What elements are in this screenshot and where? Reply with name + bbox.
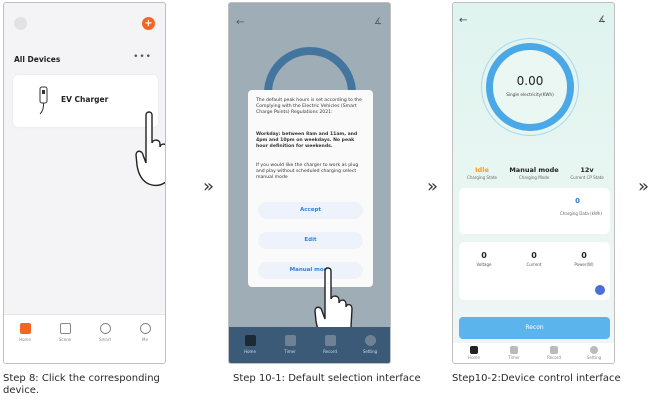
timer-icon <box>284 335 296 346</box>
pointing-hand-icon <box>135 111 165 187</box>
measurements-panel: 0 Voltage 0 Current 0 Power(W) <box>459 242 610 300</box>
cp-state: 12v Current CP State <box>570 166 604 180</box>
edit-button[interactable]: Edit <box>258 232 363 249</box>
record-icon <box>324 335 336 346</box>
dialog-text-manual: If you would like the charger to work as… <box>256 163 359 181</box>
nav-home[interactable]: Home <box>10 323 40 342</box>
nav-smart[interactable]: Smart <box>90 323 120 342</box>
edit-icon[interactable]: ∡ <box>598 15 606 25</box>
home-icon <box>19 323 31 334</box>
step10-2-screen: ← ∡ 0.00 Single electricity(KWh) Idle Ch… <box>452 2 615 364</box>
step10-1-caption: Step 10-1: Default selection interface <box>233 373 421 384</box>
charging-data-value: 0 <box>575 197 580 205</box>
energy-value: 0.00 <box>516 74 544 88</box>
nav-scene[interactable]: Scene <box>50 323 80 342</box>
setting-icon <box>364 335 376 346</box>
step8-caption: Step 8: Click the corresponding device. <box>3 373 160 396</box>
record-icon <box>550 346 558 354</box>
nav-record[interactable]: Record <box>539 346 569 360</box>
charging-data-label: Charging Data (kWh) <box>559 211 602 216</box>
charging-mode: Manual mode Charging Mode <box>509 166 559 180</box>
ev-charger-icon <box>39 86 48 115</box>
top-bar: + <box>4 3 165 43</box>
home-icon <box>470 346 478 354</box>
back-icon[interactable]: ← <box>459 15 467 26</box>
current-readout: 0 Current <box>526 251 542 267</box>
next-arrow-2: » <box>427 176 438 197</box>
charging-data-panel: 0 Charging Data (kWh) <box>459 188 610 234</box>
scene-icon <box>59 323 71 334</box>
energy-label: Single electricity(KWh) <box>506 92 554 97</box>
recon-button[interactable]: Recon <box>459 317 610 339</box>
timer-icon <box>510 346 518 354</box>
dialog-text-intro: The default peak hours is set according … <box>256 98 362 116</box>
charging-state: Idle Charging State <box>467 166 497 180</box>
next-arrow-3: » <box>638 176 649 197</box>
step10-2-caption: Step10-2:Device control interface <box>452 373 621 384</box>
assistant-icon[interactable] <box>595 285 605 295</box>
me-icon <box>139 323 151 334</box>
more-icon[interactable]: ••• <box>133 52 152 62</box>
nav-record[interactable]: Record <box>315 335 345 354</box>
bottom-nav: Home Timer Record Setting <box>229 327 390 363</box>
nav-setting[interactable]: Setting <box>579 346 609 360</box>
setting-icon <box>590 346 598 354</box>
nav-setting[interactable]: Setting <box>355 335 385 354</box>
device-name: EV Charger <box>61 95 109 104</box>
nav-timer[interactable]: Timer <box>499 346 529 360</box>
bottom-nav: Home Scene Smart Me <box>4 314 165 363</box>
next-arrow-1: » <box>203 176 214 197</box>
add-device-icon[interactable]: + <box>142 17 155 30</box>
accept-button[interactable]: Accept <box>258 202 363 219</box>
nav-home[interactable]: Home <box>235 335 265 354</box>
power-readout: 0 Power(W) <box>574 251 594 267</box>
peak-hours-dialog: The default peak hours is set according … <box>248 90 373 287</box>
energy-ring: 0.00 Single electricity(KWh) <box>486 43 574 131</box>
nav-home[interactable]: Home <box>459 346 489 360</box>
step10-1-screen: ← ∡ The default peak hours is set accord… <box>228 2 391 364</box>
bottom-nav: Home Timer Record Setting <box>453 343 614 363</box>
dialog-text-workday: Workday: between 8am and 11am, and 4pm a… <box>256 132 358 150</box>
nav-timer[interactable]: Timer <box>275 335 305 354</box>
section-title: All Devices <box>14 55 61 64</box>
nav-me[interactable]: Me <box>130 323 160 342</box>
step8-screen: + All Devices ••• EV Charger Home Scene … <box>3 2 166 364</box>
smart-icon <box>99 323 111 334</box>
home-switch-icon[interactable] <box>14 17 27 30</box>
home-icon <box>244 335 256 346</box>
voltage-readout: 0 Voltage <box>476 251 492 267</box>
